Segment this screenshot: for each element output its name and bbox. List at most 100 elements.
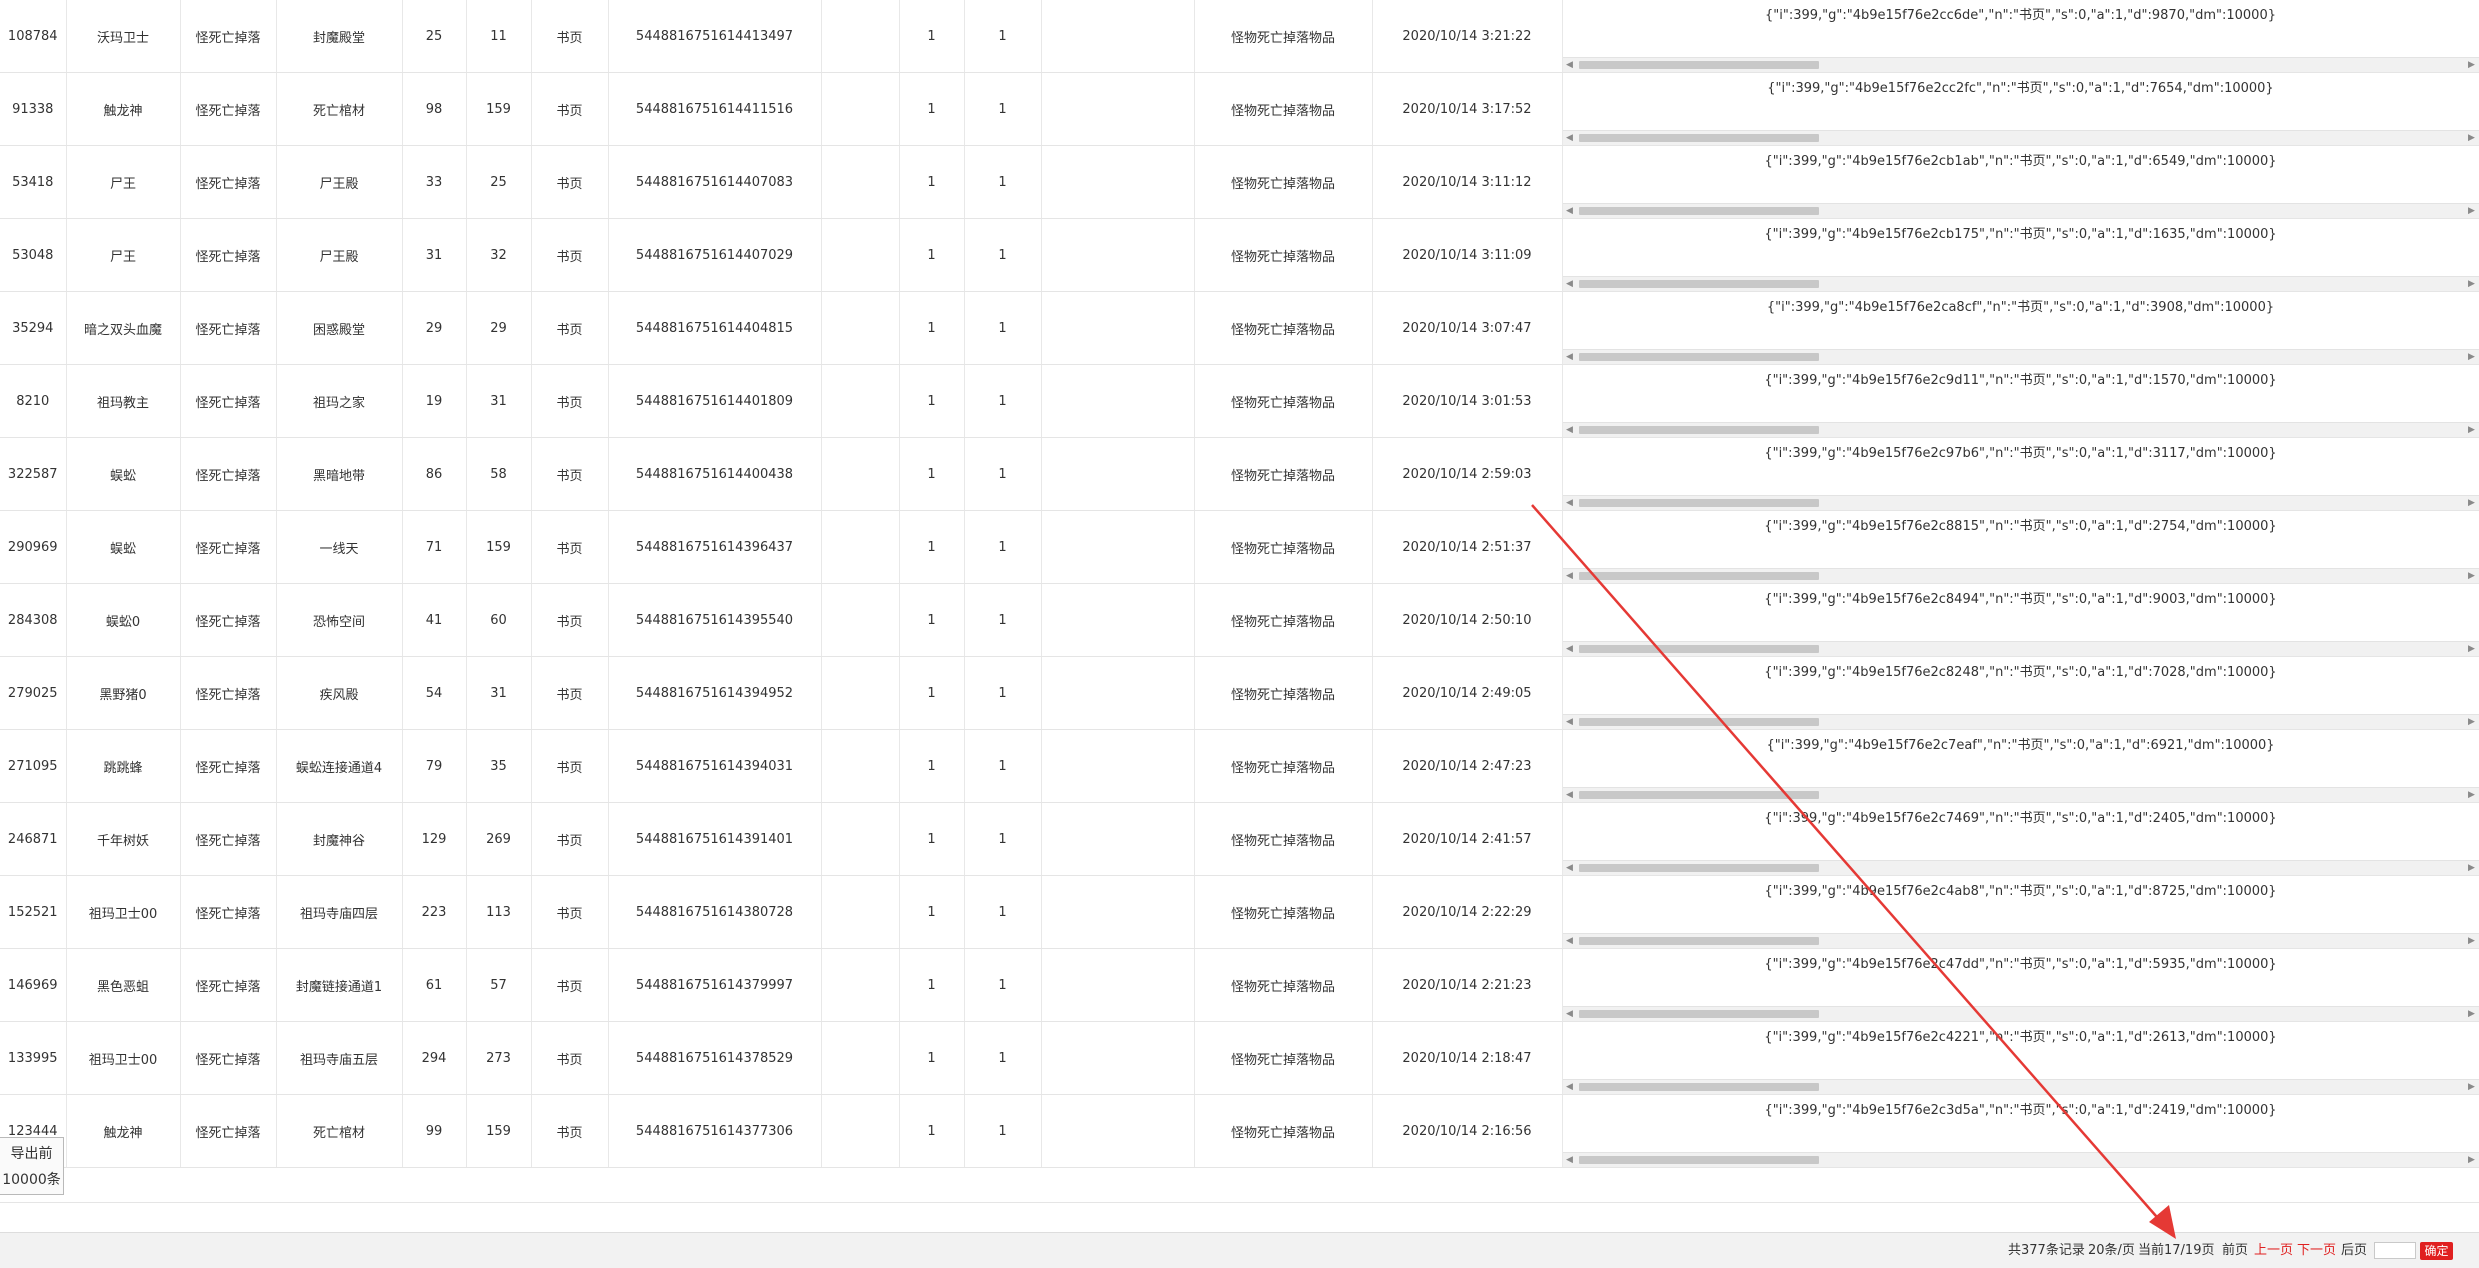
coord-y-cell: 159 [466, 1094, 532, 1168]
scroll-left-icon[interactable]: ◀ [1563, 350, 1577, 364]
scroll-thumb[interactable] [1578, 1010, 1819, 1018]
scroll-left-icon[interactable]: ◀ [1563, 569, 1577, 583]
item-data-scrollbox[interactable]: {"i":399,"g":"4b9e15f76e2c9d11","n":"书页"… [1562, 365, 2479, 437]
horizontal-scrollbar[interactable]: ◀ ▶ [1562, 787, 2479, 802]
scroll-right-icon[interactable]: ▶ [2465, 934, 2479, 948]
scroll-thumb[interactable] [1578, 280, 1819, 288]
scroll-left-icon[interactable]: ◀ [1563, 58, 1577, 72]
scroll-left-icon[interactable]: ◀ [1563, 1153, 1577, 1167]
scroll-thumb[interactable] [1578, 207, 1819, 215]
item-data-scrollbox[interactable]: {"i":399,"g":"4b9e15f76e2cb1ab","n":"书页"… [1562, 146, 2479, 218]
horizontal-scrollbar[interactable]: ◀ ▶ [1562, 568, 2479, 583]
horizontal-scrollbar[interactable]: ◀ ▶ [1562, 57, 2479, 72]
scroll-thumb[interactable] [1578, 61, 1819, 69]
horizontal-scrollbar[interactable]: ◀ ▶ [1562, 714, 2479, 729]
horizontal-scrollbar[interactable]: ◀ ▶ [1562, 1079, 2479, 1094]
horizontal-scrollbar[interactable]: ◀ ▶ [1562, 203, 2479, 218]
horizontal-scrollbar[interactable]: ◀ ▶ [1562, 1152, 2479, 1167]
scroll-right-icon[interactable]: ▶ [2465, 277, 2479, 291]
item-data-scrollbox[interactable]: {"i":399,"g":"4b9e15f76e2cc2fc","n":"书页"… [1562, 73, 2479, 145]
scroll-left-icon[interactable]: ◀ [1563, 861, 1577, 875]
scroll-thumb[interactable] [1578, 426, 1819, 434]
scroll-thumb[interactable] [1578, 134, 1819, 142]
prev-page-link[interactable]: 上一页 [2254, 1233, 2293, 1268]
item-data-scrollbox[interactable]: {"i":399,"g":"4b9e15f76e2c47dd","n":"书页"… [1562, 949, 2479, 1021]
last-page-link[interactable]: 后页 [2341, 1233, 2367, 1268]
scroll-right-icon[interactable]: ▶ [2465, 58, 2479, 72]
horizontal-scrollbar[interactable]: ◀ ▶ [1562, 860, 2479, 875]
page-jump-input[interactable] [2374, 1242, 2416, 1259]
scroll-thumb[interactable] [1578, 864, 1819, 872]
scroll-left-icon[interactable]: ◀ [1563, 1080, 1577, 1094]
item-data-scrollbox[interactable]: {"i":399,"g":"4b9e15f76e2ca8cf","n":"书页"… [1562, 292, 2479, 364]
item-data-cell: {"i":399,"g":"4b9e15f76e2c9d11","n":"书页"… [1562, 364, 2479, 438]
horizontal-scrollbar[interactable]: ◀ ▶ [1562, 130, 2479, 145]
next-page-link[interactable]: 下一页 [2297, 1233, 2336, 1268]
scroll-thumb[interactable] [1578, 791, 1819, 799]
scroll-thumb[interactable] [1578, 353, 1819, 361]
scroll-left-icon[interactable]: ◀ [1563, 131, 1577, 145]
scroll-thumb[interactable] [1578, 499, 1819, 507]
table-row: 133995 祖玛卫士00 怪死亡掉落 祖玛寺庙五层 294 273 书页 544881675… [0, 1021, 2479, 1095]
scroll-right-icon[interactable]: ▶ [2465, 861, 2479, 875]
scroll-right-icon[interactable]: ▶ [2465, 1007, 2479, 1021]
scroll-right-icon[interactable]: ▶ [2465, 642, 2479, 656]
scroll-thumb[interactable] [1578, 572, 1819, 580]
horizontal-scrollbar[interactable]: ◀ ▶ [1562, 933, 2479, 948]
scroll-thumb[interactable] [1578, 645, 1819, 653]
export-first-10000-button[interactable]: 导出前10000条 [0, 1137, 64, 1195]
horizontal-scrollbar[interactable]: ◀ ▶ [1562, 641, 2479, 656]
item-data-scrollbox[interactable]: {"i":399,"g":"4b9e15f76e2cc6de","n":"书页"… [1562, 0, 2479, 72]
horizontal-scrollbar[interactable]: ◀ ▶ [1562, 422, 2479, 437]
scroll-thumb[interactable] [1578, 937, 1819, 945]
scroll-thumb[interactable] [1578, 718, 1819, 726]
item-data-scrollbox[interactable]: {"i":399,"g":"4b9e15f76e2c8815","n":"书页"… [1562, 511, 2479, 583]
scroll-left-icon[interactable]: ◀ [1563, 788, 1577, 802]
map-name-cell: 死亡棺材 [276, 1094, 403, 1168]
scroll-right-icon[interactable]: ▶ [2465, 715, 2479, 729]
event-desc-cell: 怪物死亡掉落物品 [1194, 218, 1373, 292]
record-id-cell: 271095 [0, 729, 67, 803]
scroll-left-icon[interactable]: ◀ [1563, 715, 1577, 729]
scroll-right-icon[interactable]: ▶ [2465, 204, 2479, 218]
item-data-scrollbox[interactable]: {"i":399,"g":"4b9e15f76e2c7eaf","n":"书页"… [1562, 730, 2479, 802]
scroll-left-icon[interactable]: ◀ [1563, 277, 1577, 291]
scroll-right-icon[interactable]: ▶ [2465, 423, 2479, 437]
scroll-left-icon[interactable]: ◀ [1563, 642, 1577, 656]
scroll-right-icon[interactable]: ▶ [2465, 496, 2479, 510]
horizontal-scrollbar[interactable]: ◀ ▶ [1562, 276, 2479, 291]
scroll-left-icon[interactable]: ◀ [1563, 496, 1577, 510]
item-data-scrollbox[interactable]: {"i":399,"g":"4b9e15f76e2c8494","n":"书页"… [1562, 584, 2479, 656]
item-data-scrollbox[interactable]: {"i":399,"g":"4b9e15f76e2c3d5a","n":"书页"… [1562, 1095, 2479, 1167]
table-row: 35294 暗之双头血魔 怪死亡掉落 困惑殿堂 29 29 书页 54488167516144… [0, 291, 2479, 365]
scroll-right-icon[interactable]: ▶ [2465, 1153, 2479, 1167]
item-data-scrollbox[interactable]: {"i":399,"g":"4b9e15f76e2c97b6","n":"书页"… [1562, 438, 2479, 510]
current-page: 当前17/19页 [2138, 1243, 2215, 1258]
go-button[interactable]: 确定 [2420, 1242, 2453, 1260]
scroll-left-icon[interactable]: ◀ [1563, 423, 1577, 437]
event-time-cell: 2020/10/14 3:17:52 [1372, 72, 1563, 146]
scroll-left-icon[interactable]: ◀ [1563, 1007, 1577, 1021]
scroll-thumb[interactable] [1578, 1156, 1819, 1164]
scroll-right-icon[interactable]: ▶ [2465, 350, 2479, 364]
item-data-scrollbox[interactable]: {"i":399,"g":"4b9e15f76e2c7469","n":"书页"… [1562, 803, 2479, 875]
item-data-scrollbox[interactable]: {"i":399,"g":"4b9e15f76e2c4221","n":"书页"… [1562, 1022, 2479, 1094]
item-data-scrollbox[interactable]: {"i":399,"g":"4b9e15f76e2c8248","n":"书页"… [1562, 657, 2479, 729]
horizontal-scrollbar[interactable]: ◀ ▶ [1562, 495, 2479, 510]
scroll-thumb[interactable] [1578, 1083, 1819, 1091]
event-type-cell: 怪死亡掉落 [180, 583, 277, 657]
scroll-left-icon[interactable]: ◀ [1563, 204, 1577, 218]
item-data-scrollbox[interactable]: {"i":399,"g":"4b9e15f76e2cb175","n":"书页"… [1562, 219, 2479, 291]
horizontal-scrollbar[interactable]: ◀ ▶ [1562, 349, 2479, 364]
event-desc-cell: 怪物死亡掉落物品 [1194, 802, 1373, 876]
count-2-cell: 1 [964, 1094, 1042, 1168]
scroll-right-icon[interactable]: ▶ [2465, 131, 2479, 145]
scroll-right-icon[interactable]: ▶ [2465, 788, 2479, 802]
item-data-scrollbox[interactable]: {"i":399,"g":"4b9e15f76e2c4ab8","n":"书页"… [1562, 876, 2479, 948]
scroll-right-icon[interactable]: ▶ [2465, 569, 2479, 583]
first-page-link[interactable]: 前页 [2222, 1233, 2248, 1268]
scroll-right-icon[interactable]: ▶ [2465, 1080, 2479, 1094]
horizontal-scrollbar[interactable]: ◀ ▶ [1562, 1006, 2479, 1021]
scroll-left-icon[interactable]: ◀ [1563, 934, 1577, 948]
item-data-text: {"i":399,"g":"4b9e15f76e2c7469","n":"书页"… [1764, 811, 2277, 826]
